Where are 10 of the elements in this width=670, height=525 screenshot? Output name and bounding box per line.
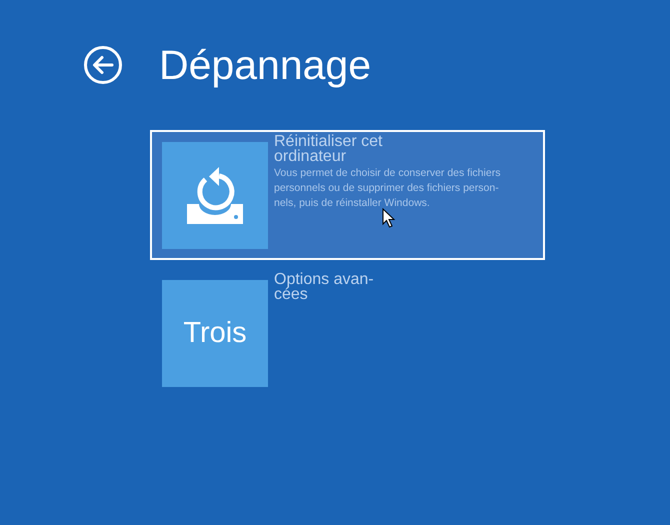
option-title: Options avan- cées [274,272,374,302]
option-title: Réinitialiser cet ordinateur [274,134,384,164]
tile-label: Trois [183,317,247,350]
reset-drive-icon [185,166,245,226]
option-description: Vous permet de choisir de conserver des fichiers personnels ou de supprimer des fichiers person- nels, puis de réinstaller Windows. [274,166,500,211]
option-card[interactable]: Réinitialiser cet ordinateur Vous permet de choisir de conserver des fichiers personnels ou de supprimer des fichiers person- nels, puis de réinstaller Windows. [150,130,545,260]
page-title: Dépannage [159,41,372,89]
option-card[interactable]: Trois Options avan- cées [150,268,545,398]
back-icon[interactable] [83,45,123,85]
mouse-pointer-icon [382,208,396,228]
